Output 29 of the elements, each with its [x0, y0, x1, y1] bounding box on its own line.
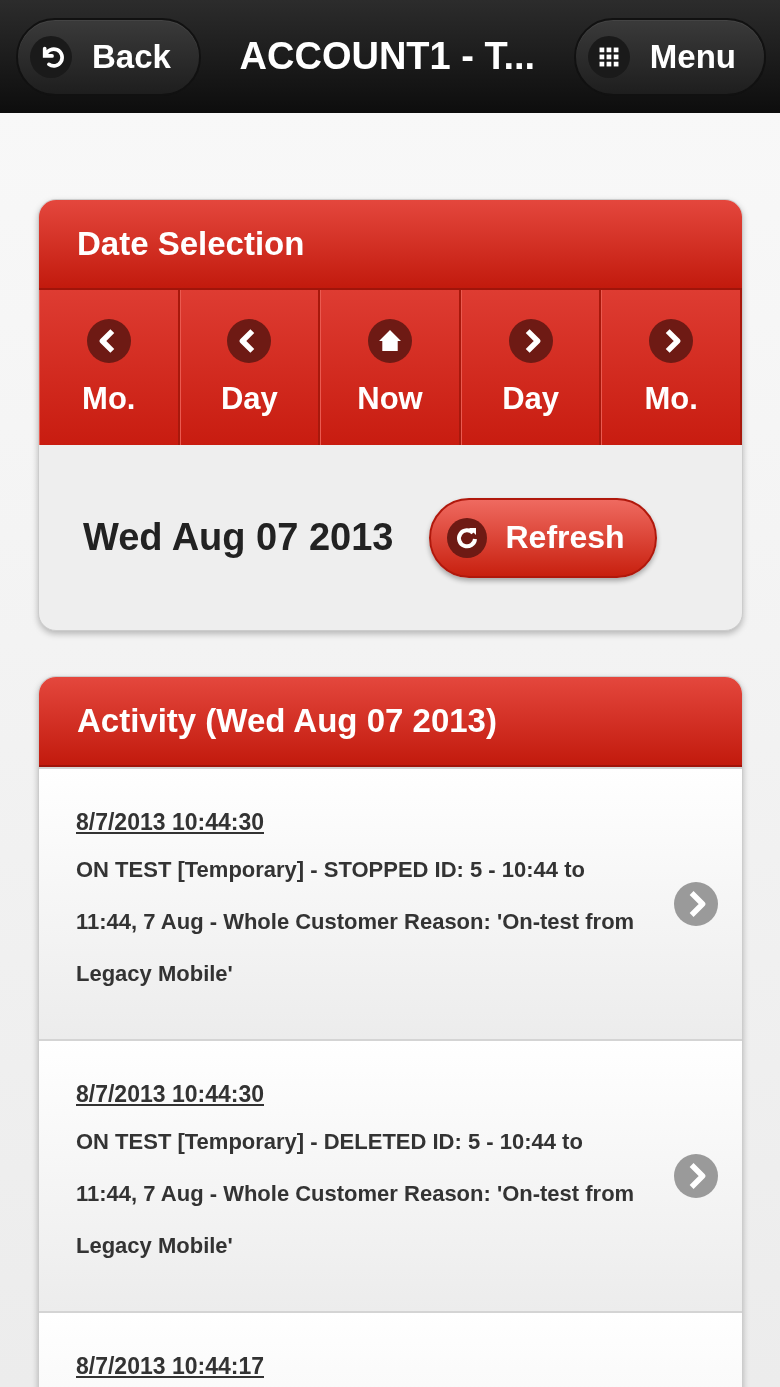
home-icon	[368, 318, 412, 363]
chevron-right-icon	[649, 318, 694, 363]
chevron-right-icon	[674, 882, 718, 926]
selected-date: Wed Aug 07 2013	[83, 516, 394, 559]
card-title: Activity (Wed Aug 07 2013)	[77, 702, 497, 740]
nav-button[interactable]: Day	[460, 290, 602, 445]
grid-icon	[587, 35, 630, 78]
activity-detail: ON TEST [Temporary] - DELETED ID: 5 - 10:44 to 11:44, 7 Aug - Whole Customer Reason: 'On-test from Legacy Mobile'	[76, 1127, 636, 1260]
nav-button[interactable]: Mo.	[601, 290, 742, 445]
activity-detail: ON TEST [Temporary] - STOPPED ID: 5 - 10:44 to 11:44, 7 Aug - Whole Customer Reason: 'On-test from Legacy Mobile'	[76, 855, 636, 988]
chevron-right-icon	[508, 318, 553, 363]
page-title: ACCOUNT1 - T...	[239, 35, 536, 78]
chevron-left-icon	[86, 318, 131, 363]
chevron-right-icon	[674, 1154, 718, 1198]
activity-time: 8/7/2013 10:44:30	[76, 808, 264, 836]
chevron-left-icon	[227, 318, 272, 363]
activity-item[interactable]: 8/7/2013 10:44:30 ON TEST [Temporary] - DELETED ID: 5 - 10:44 to 11:44, 7 Aug - Whole Customer Reason: 'On-test from Legacy Mobile'	[39, 1039, 742, 1311]
card-title: Date Selection	[77, 225, 305, 263]
menu-button[interactable]: Menu	[573, 17, 766, 96]
refresh-button[interactable]: Refresh	[429, 497, 657, 578]
nav-button[interactable]: Day	[179, 290, 321, 445]
activity-time: 8/7/2013 10:44:30	[76, 1080, 264, 1108]
nav-button[interactable]: Mo.	[39, 290, 180, 445]
activity-item[interactable]: 8/7/2013 10:44:17	[39, 1311, 742, 1387]
nav-button[interactable]: Now	[320, 290, 461, 445]
back-button[interactable]: Back	[16, 17, 201, 96]
activity-time: 8/7/2013 10:44:17	[76, 1353, 264, 1380]
activity-item[interactable]: 8/7/2013 10:44:30 ON TEST [Temporary] - STOPPED ID: 5 - 10:44 to 11:44, 7 Aug - Whole Customer Reason: 'On-test from Legacy Mobile'	[39, 767, 742, 1039]
refresh-icon	[447, 517, 488, 558]
